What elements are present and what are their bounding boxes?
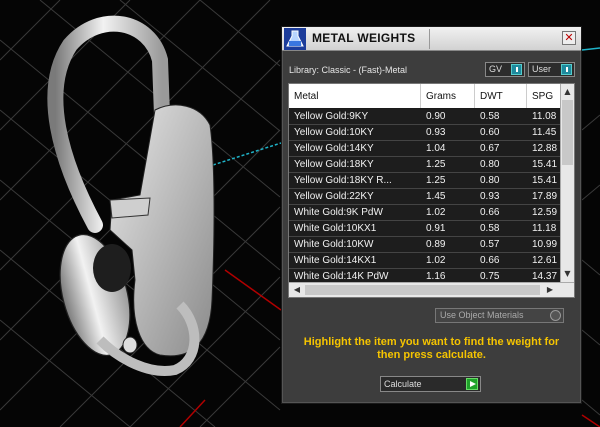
scroll-right-arrow-icon[interactable]: ▶ — [544, 283, 556, 297]
table-row[interactable]: Yellow Gold:10KY 0.93 0.60 11.45 — [289, 125, 561, 141]
cell-dwt: 0.57 — [480, 239, 500, 250]
table-row[interactable]: White Gold:9K PdW 1.02 0.66 12.59 — [289, 205, 561, 221]
cell-metal: White Gold:9K PdW — [294, 207, 383, 218]
close-button[interactable]: ✕ — [562, 31, 576, 45]
table-header: Metal Grams DWT SPG — [289, 84, 561, 108]
cell-spg: 12.59 — [532, 207, 558, 218]
cell-grams: 1.02 — [426, 207, 446, 218]
gv-toggle-label: GV — [489, 64, 503, 74]
column-header-grams[interactable]: Grams — [421, 84, 475, 108]
cell-grams: 0.93 — [426, 127, 446, 138]
cell-grams: 1.25 — [426, 175, 446, 186]
user-toggle[interactable]: User — [528, 62, 575, 77]
column-header-dwt[interactable]: DWT — [475, 84, 527, 108]
use-object-materials-toggle[interactable]: Use Object Materials — [435, 308, 564, 323]
cell-grams: 0.90 — [426, 111, 446, 122]
table-row[interactable]: White Gold:14KX1 1.02 0.66 12.61 — [289, 253, 561, 269]
user-toggle-label: User — [532, 64, 552, 74]
metal-table[interactable]: Metal Grams DWT SPG Yellow Gold:9KY 0.90 0… — [288, 83, 575, 298]
calculate-label: Calculate — [384, 379, 422, 389]
cell-spg: 10.99 — [532, 239, 558, 250]
vertical-scroll-thumb[interactable] — [562, 100, 573, 165]
cell-metal: Yellow Gold:22KY — [294, 191, 374, 202]
column-header-metal[interactable]: Metal — [289, 84, 421, 108]
gv-toggle[interactable]: GV — [485, 62, 525, 77]
table-row[interactable]: Yellow Gold:18KY 1.25 0.80 15.41 — [289, 157, 561, 173]
cell-dwt: 0.93 — [480, 191, 500, 202]
cell-dwt: 0.80 — [480, 159, 500, 170]
cell-metal: Yellow Gold:18KY — [294, 159, 374, 170]
play-arrow-icon — [466, 378, 478, 390]
table-row[interactable]: White Gold:10KX1 0.91 0.58 11.18 — [289, 221, 561, 237]
cell-dwt: 0.58 — [480, 223, 500, 234]
cell-dwt: 0.60 — [480, 127, 500, 138]
cell-spg: 11.45 — [532, 127, 557, 138]
cell-grams: 1.25 — [426, 159, 446, 170]
cell-metal: White Gold:10KX1 — [294, 223, 377, 234]
horizontal-scroll-thumb[interactable] — [305, 285, 540, 295]
table-row[interactable]: Yellow Gold:22KY 1.45 0.93 17.89 — [289, 189, 561, 205]
cell-spg: 11.08 — [532, 111, 557, 122]
vertical-scrollbar[interactable]: ▲ ▼ — [560, 84, 574, 282]
cell-grams: 1.04 — [426, 143, 446, 154]
app-flask-icon — [284, 28, 306, 50]
table-row[interactable]: Yellow Gold:9KY 0.90 0.58 11.08 — [289, 109, 561, 125]
scroll-left-arrow-icon[interactable]: ◀ — [291, 283, 303, 297]
cell-grams: 0.89 — [426, 239, 446, 250]
cell-spg: 17.89 — [532, 191, 558, 202]
toggle-switch-icon — [511, 64, 522, 75]
panel-titlebar[interactable]: METAL WEIGHTS ✕ — [282, 27, 581, 51]
scroll-up-arrow-icon[interactable]: ▲ — [561, 86, 574, 98]
table-body: Yellow Gold:9KY 0.90 0.58 11.08 Yellow Gold:… — [289, 109, 561, 285]
column-header-spg[interactable]: SPG — [527, 84, 561, 108]
cell-spg: 12.88 — [532, 143, 558, 154]
use-object-materials-label: Use Object Materials — [440, 310, 524, 320]
cell-spg: 15.41 — [532, 159, 558, 170]
cell-grams: 1.45 — [426, 191, 446, 202]
cell-dwt: 0.66 — [480, 255, 500, 266]
instruction-text: Highlight the item you want to find the … — [303, 336, 560, 361]
cell-metal: Yellow Gold:18KY R... — [294, 175, 392, 186]
panel-title: METAL WEIGHTS — [312, 31, 416, 45]
cell-spg: 11.18 — [532, 223, 557, 234]
cell-metal: Yellow Gold:14KY — [294, 143, 374, 154]
cell-dwt: 0.58 — [480, 111, 500, 122]
cell-metal: White Gold:14KX1 — [294, 255, 377, 266]
cell-dwt: 0.67 — [480, 143, 500, 154]
horizontal-scrollbar[interactable]: ◀ ▶ — [289, 282, 574, 297]
title-divider — [429, 29, 430, 49]
cell-metal: Yellow Gold:10KY — [294, 127, 374, 138]
calculate-button[interactable]: Calculate — [380, 376, 481, 392]
library-label: Library: Classic - (Fast)-Metal — [289, 65, 408, 75]
cell-dwt: 0.66 — [480, 207, 500, 218]
cell-metal: White Gold:10KW — [294, 239, 374, 250]
table-row[interactable]: White Gold:10KW 0.89 0.57 10.99 — [289, 237, 561, 253]
cell-grams: 1.02 — [426, 255, 446, 266]
metal-weights-panel: METAL WEIGHTS ✕ Library: Classic - (Fast… — [281, 26, 582, 404]
radio-icon — [550, 310, 561, 321]
cell-spg: 15.41 — [532, 175, 558, 186]
cell-metal: Yellow Gold:9KY — [294, 111, 369, 122]
scroll-down-arrow-icon[interactable]: ▼ — [561, 268, 574, 280]
cell-dwt: 0.80 — [480, 175, 500, 186]
table-row[interactable]: Yellow Gold:18KY R... 1.25 0.80 15.41 — [289, 173, 561, 189]
table-row[interactable]: Yellow Gold:14KY 1.04 0.67 12.88 — [289, 141, 561, 157]
cell-spg: 12.61 — [532, 255, 558, 266]
toggle-switch-icon — [561, 64, 572, 75]
cell-grams: 0.91 — [426, 223, 446, 234]
